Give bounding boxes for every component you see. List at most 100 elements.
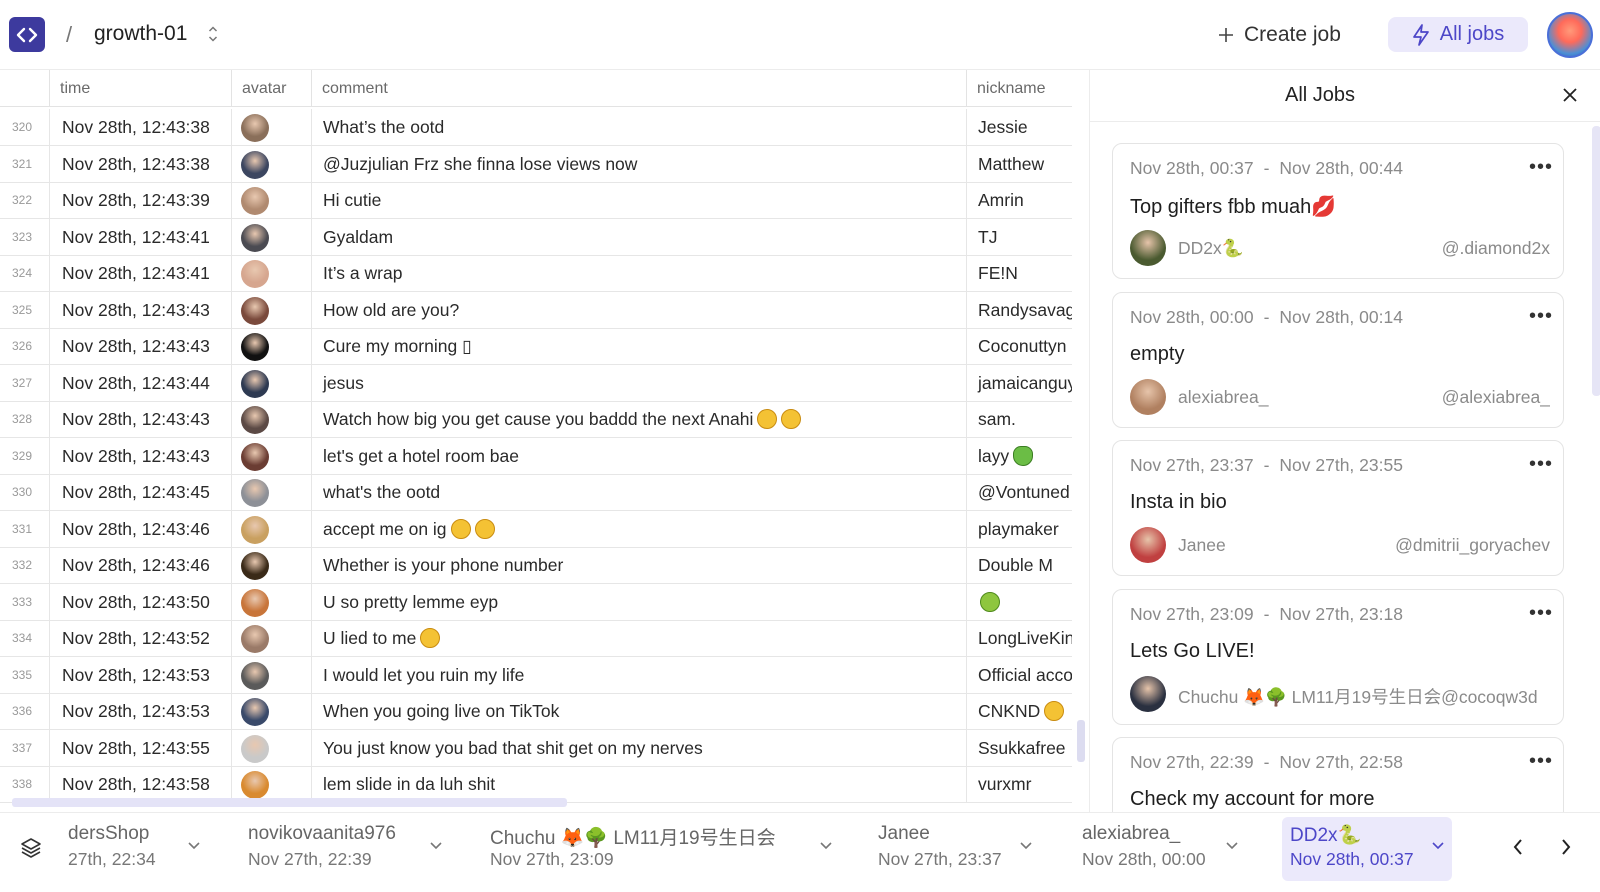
session-tab[interactable]: Chuchu 🦊🌳 LM11月19号生日会 Nov 27th, 23:09 [490, 817, 848, 881]
more-options-icon[interactable]: ••• [1529, 156, 1553, 179]
nickname-cell: Double M [966, 547, 1072, 584]
column-header-nickname[interactable]: nickname [966, 70, 1072, 107]
table-row[interactable]: 337 Nov 28th, 12:43:55 You just know you b… [0, 729, 1072, 767]
commenter-avatar[interactable] [241, 552, 269, 580]
table-row[interactable]: 325 Nov 28th, 12:43:43 How old are you? Ran… [0, 291, 1072, 329]
panel-scroll-thumb[interactable] [1592, 126, 1600, 396]
session-tab[interactable]: DD2x🐍 Nov 28th, 00:37 [1282, 817, 1452, 881]
table-row[interactable]: 322 Nov 28th, 12:43:39 Hi cutie Amrin [0, 182, 1072, 219]
session-tab[interactable]: Janee Nov 27th, 23:37 [878, 817, 1048, 881]
more-options-icon[interactable]: ••• [1529, 750, 1553, 773]
host-avatar[interactable] [1130, 378, 1166, 415]
table-row[interactable]: 327 Nov 28th, 12:43:44 jesus jamaicanguy [0, 364, 1072, 402]
job-start-time: Nov 28th, 00:00 [1130, 306, 1254, 327]
commenter-avatar[interactable] [241, 698, 269, 726]
commenter-avatar[interactable] [241, 260, 269, 288]
comment-time: Nov 28th, 12:43:52 [49, 620, 231, 657]
job-card[interactable]: Nov 27th, 23:09- Nov 27th, 23:18 ••• Lets G… [1112, 588, 1564, 725]
session-tab[interactable]: dersShop 27th, 22:34 [68, 817, 216, 881]
commenter-avatar[interactable] [241, 479, 269, 507]
chevron-down-icon[interactable] [1020, 837, 1032, 855]
commenter-avatar[interactable] [241, 406, 269, 434]
commenter-avatar[interactable] [241, 296, 269, 325]
project-name[interactable]: growth-01 [94, 22, 187, 46]
column-header-comment[interactable]: comment [311, 70, 966, 107]
chevron-down-icon[interactable] [188, 837, 200, 855]
table-vertical-scrollbar[interactable] [1075, 70, 1085, 812]
table-row[interactable]: 331 Nov 28th, 12:43:46 accept me on ig play… [0, 510, 1072, 548]
commenter-avatar[interactable] [241, 150, 269, 179]
table-row[interactable]: 333 Nov 28th, 12:43:50 U so pretty lemme e… [0, 583, 1072, 621]
job-start-time: Nov 27th, 22:39 [1130, 752, 1254, 772]
table-vertical-scroll-thumb[interactable] [1077, 720, 1085, 762]
code-logo-icon[interactable] [9, 17, 45, 52]
commenter-avatar[interactable] [241, 625, 269, 653]
job-card[interactable]: Nov 27th, 22:39- Nov 27th, 22:58 ••• Check … [1112, 737, 1564, 812]
table-row[interactable]: 324 Nov 28th, 12:43:41 It’s a wrap FE!N [0, 255, 1072, 292]
commenter-avatar[interactable] [241, 333, 269, 361]
commenter-avatar[interactable] [241, 223, 269, 252]
host-avatar[interactable] [1130, 675, 1166, 712]
commenter-avatar[interactable] [241, 187, 269, 215]
close-icon[interactable] [1562, 87, 1578, 108]
commenter-avatar[interactable] [241, 588, 269, 617]
comment-time: Nov 28th, 12:43:43 [49, 291, 231, 329]
chevron-down-icon[interactable] [430, 837, 442, 855]
row-index: 330 [12, 485, 33, 499]
more-options-icon[interactable]: ••• [1529, 602, 1553, 625]
nickname-text: FE!N [978, 263, 1018, 283]
job-start-time: Nov 28th, 00:37 [1130, 158, 1254, 178]
table-row[interactable]: 321 Nov 28th, 12:43:38 @Juzjulian Frz she … [0, 145, 1072, 183]
table-row[interactable]: 336 Nov 28th, 12:43:53 When you going live… [0, 693, 1072, 730]
table-row[interactable]: 330 Nov 28th, 12:43:45 what's the ootd @Von… [0, 474, 1072, 511]
chevron-right-icon[interactable] [1560, 837, 1572, 862]
table-row[interactable]: 334 Nov 28th, 12:43:52 U lied to me LongLiv… [0, 620, 1072, 657]
host-avatar[interactable] [1130, 230, 1166, 266]
avatar-cell [231, 255, 311, 292]
table-row[interactable]: 329 Nov 28th, 12:43:43 let's get a hotel r… [0, 437, 1072, 475]
commenter-avatar[interactable] [241, 515, 269, 544]
session-tab[interactable]: novikovaanita976 Nov 27th, 22:39 [248, 817, 458, 881]
table-row[interactable]: 320 Nov 28th, 12:43:38 What’s the ootd Jess… [0, 109, 1072, 146]
table-row[interactable]: 328 Nov 28th, 12:43:43 Watch how big you g… [0, 401, 1072, 438]
nickname-cell: Randysavage [966, 291, 1072, 329]
commenter-avatar[interactable] [241, 369, 269, 398]
comment-cell: How old are you? [311, 291, 966, 329]
table-horizontal-scroll-thumb[interactable] [12, 798, 567, 807]
commenter-avatar[interactable] [241, 734, 269, 763]
table-row[interactable]: 332 Nov 28th, 12:43:46 Whether is your pho… [0, 547, 1072, 584]
chevron-down-icon[interactable] [1432, 837, 1444, 855]
project-switch-icon[interactable] [208, 25, 218, 48]
table-row[interactable]: 326 Nov 28th, 12:43:43 Cure my morning ▯ Co… [0, 328, 1072, 365]
job-time-range: Nov 27th, 23:37- Nov 27th, 23:55 [1130, 455, 1403, 476]
comment-time: Nov 28th, 12:43:44 [49, 364, 231, 402]
layers-icon[interactable] [20, 837, 42, 864]
all-jobs-button[interactable]: All jobs [1388, 17, 1528, 52]
more-options-icon[interactable]: ••• [1529, 453, 1553, 476]
table-row[interactable]: 323 Nov 28th, 12:43:41 Gyaldam TJ [0, 218, 1072, 256]
job-end-time: Nov 27th, 22:58 [1279, 752, 1403, 772]
nickname-text: CNKND [978, 701, 1041, 721]
chevron-down-icon[interactable] [1226, 837, 1238, 855]
table-row[interactable]: 335 Nov 28th, 12:43:53 I would let you rui… [0, 656, 1072, 694]
commenter-avatar[interactable] [241, 442, 269, 471]
session-tab[interactable]: alexiabrea_ Nov 28th, 00:00 [1082, 817, 1254, 881]
column-header-avatar[interactable]: avatar [231, 70, 311, 107]
host-avatar[interactable] [1130, 527, 1166, 563]
column-header-time[interactable]: time [49, 70, 231, 107]
chevron-left-icon[interactable] [1512, 837, 1524, 862]
create-job-button[interactable]: Create job [1218, 18, 1341, 52]
job-card[interactable]: Nov 28th, 00:00- Nov 28th, 00:14 ••• empty a… [1112, 291, 1564, 428]
nickname-text: Amrin [978, 190, 1024, 210]
chevron-down-icon[interactable] [820, 837, 832, 855]
commenter-avatar[interactable] [241, 661, 269, 690]
comment-time: Nov 28th, 12:43:38 [49, 145, 231, 183]
commenter-avatar[interactable] [241, 771, 269, 799]
commenter-avatar[interactable] [241, 114, 269, 142]
comment-text: I would let you ruin my life [323, 664, 525, 685]
user-avatar[interactable] [1547, 12, 1593, 58]
more-options-icon[interactable]: ••• [1529, 305, 1553, 328]
job-card[interactable]: Nov 27th, 23:37- Nov 27th, 23:55 ••• Insta … [1112, 440, 1564, 576]
job-card[interactable]: Nov 28th, 00:37- Nov 28th, 00:44 ••• Top gi… [1112, 143, 1564, 279]
host-handle: @.diamond2x [1441, 238, 1550, 258]
